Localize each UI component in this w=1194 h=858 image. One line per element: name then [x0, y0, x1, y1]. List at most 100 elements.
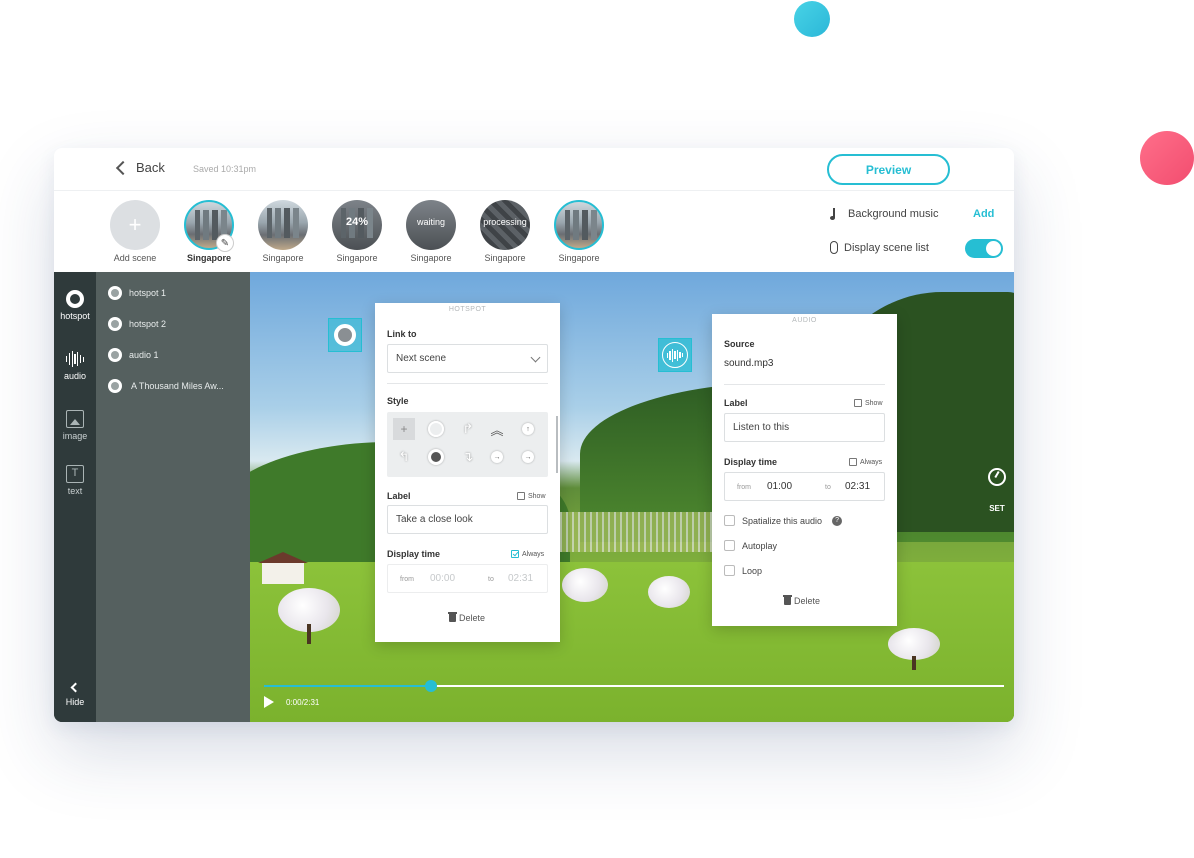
style-picker: + ↱ ︽ ↑ ↰ ↴ → →	[387, 412, 558, 477]
to-time: 02:31	[508, 573, 534, 584]
timeline-scrubber[interactable]	[264, 680, 1004, 692]
label-label: Label	[724, 398, 748, 408]
style-scrollbar[interactable]	[556, 416, 558, 473]
style-option-turn-right-icon[interactable]: ↱	[457, 418, 479, 440]
style-option-turn-left-icon[interactable]: ↰	[393, 446, 415, 468]
timecode: 0:00/2:31	[286, 698, 320, 707]
scene-item[interactable]: waiting Singapore	[396, 200, 466, 263]
scene-label: Singapore	[186, 253, 231, 263]
scenery	[258, 552, 308, 584]
decorative-dot-pink	[1140, 131, 1194, 185]
list-item[interactable]: A Thousand Miles Aw...	[108, 379, 224, 393]
set-view-button[interactable]: SET	[988, 468, 1006, 513]
tool-label: text	[67, 486, 83, 496]
checkbox-icon	[724, 565, 735, 576]
image-icon	[66, 410, 84, 428]
link-to-label: Link to	[387, 329, 417, 339]
help-icon[interactable]: ?	[832, 515, 843, 526]
chevron-left-icon	[115, 160, 131, 175]
display-time-range[interactable]: from 01:00 to 02:31	[724, 472, 885, 501]
scene-thumbnail: waiting	[406, 200, 456, 250]
scene-strip: + Add scene ✎ Singapore Singapore 24% Si…	[54, 192, 1014, 272]
scroll-icon	[830, 241, 838, 254]
show-label-checkbox[interactable]: Show	[517, 492, 546, 500]
divider	[724, 384, 885, 385]
display-time-range[interactable]: from 00:00 to 02:31	[387, 564, 548, 593]
scene-status: waiting	[416, 217, 445, 227]
tool-hotspot[interactable]: hotspot	[54, 290, 96, 321]
style-option-arrow-right-alt-icon[interactable]: →	[517, 446, 539, 468]
checkbox-icon	[517, 492, 525, 500]
back-label: Back	[136, 160, 165, 175]
audio-marker[interactable]	[658, 338, 692, 372]
hotspot-marker[interactable]	[328, 318, 362, 352]
tool-image[interactable]: image	[54, 410, 96, 441]
list-item[interactable]: audio 1	[108, 348, 159, 362]
divider	[387, 383, 548, 384]
scene-item[interactable]: Singapore	[544, 200, 614, 263]
autoplay-checkbox[interactable]: Autoplay	[724, 540, 777, 551]
upload-progress: 24%	[345, 216, 369, 228]
back-button[interactable]: Back	[114, 160, 165, 175]
style-option-double-chevron-up-icon[interactable]: ︽	[486, 418, 508, 440]
style-option-arrow-right-icon[interactable]: →	[486, 446, 508, 468]
scene-item[interactable]: ✎ Singapore	[174, 200, 244, 263]
scene-item[interactable]: Singapore	[248, 200, 318, 263]
trash-icon	[783, 595, 792, 605]
panorama-view[interactable]: HOTSPOT Link to Next scene Style + ↱ ︽ ↑…	[250, 272, 1014, 722]
tool-text[interactable]: T text	[54, 465, 96, 496]
style-option-turn-down-icon[interactable]: ↴	[457, 446, 479, 468]
display-scene-list-toggle[interactable]	[965, 239, 1003, 258]
preview-button[interactable]: Preview	[827, 154, 950, 185]
play-icon[interactable]	[264, 696, 274, 708]
list-item[interactable]: hotspot 2	[108, 317, 166, 331]
always-checkbox[interactable]: Always	[849, 458, 882, 466]
pencil-icon[interactable]: ✎	[216, 234, 234, 252]
style-option-dot-icon[interactable]	[425, 446, 447, 468]
show-label-checkbox[interactable]: Show	[854, 399, 883, 407]
source-filename: sound.mp3	[724, 358, 774, 369]
display-scene-list-label: Display scene list	[844, 241, 929, 254]
style-option-arrow-up-icon[interactable]: ↑	[517, 418, 539, 440]
loop-checkbox[interactable]: Loop	[724, 565, 762, 576]
style-label: Style	[387, 396, 409, 406]
label-label: Label	[387, 491, 411, 501]
scene-item[interactable]: processing Singapore	[470, 200, 540, 263]
add-music-link[interactable]: Add	[973, 208, 994, 220]
scene-item[interactable]: 24% Singapore	[322, 200, 392, 263]
add-scene-button[interactable]: + Add scene	[100, 200, 170, 263]
style-option-circle-icon[interactable]	[425, 418, 447, 440]
checkbox-icon	[849, 458, 857, 466]
hotspot-icon	[66, 290, 84, 308]
hotspot-icon	[108, 286, 122, 300]
scenery	[912, 656, 916, 670]
scene-label: Singapore	[336, 253, 378, 263]
link-to-select[interactable]: Next scene	[387, 344, 548, 373]
checkbox-checked-icon	[511, 550, 519, 558]
always-checkbox[interactable]: Always	[511, 550, 544, 558]
decorative-dot-teal	[794, 1, 830, 37]
scene-thumbnail: 24%	[332, 200, 382, 250]
to-time: 02:31	[845, 481, 871, 492]
list-item[interactable]: hotspot 1	[108, 286, 166, 300]
label-input[interactable]: Listen to this	[724, 413, 885, 442]
spatialize-checkbox[interactable]: Spatialize this audio ?	[724, 515, 843, 526]
tool-audio[interactable]: audio	[54, 350, 96, 381]
hotspot-icon	[108, 317, 122, 331]
label-input[interactable]: Take a close look	[387, 505, 548, 534]
background-music-setting: Background music	[830, 208, 939, 220]
scene-label: Singapore	[410, 253, 452, 263]
delete-hotspot-button[interactable]: Delete	[448, 612, 485, 623]
chevron-down-icon	[530, 352, 541, 363]
trash-icon	[448, 612, 457, 622]
scene-status: processing	[483, 217, 527, 227]
hotspot-icon	[334, 324, 356, 346]
tool-label: audio	[63, 371, 87, 381]
style-option-plus-icon[interactable]: +	[393, 418, 415, 440]
audio-icon	[108, 348, 122, 362]
hide-panel-button[interactable]: Hide	[54, 682, 96, 707]
music-note-icon	[830, 208, 842, 220]
delete-audio-button[interactable]: Delete	[783, 595, 820, 606]
plus-icon: +	[110, 200, 160, 250]
scene-label: Singapore	[484, 253, 526, 263]
